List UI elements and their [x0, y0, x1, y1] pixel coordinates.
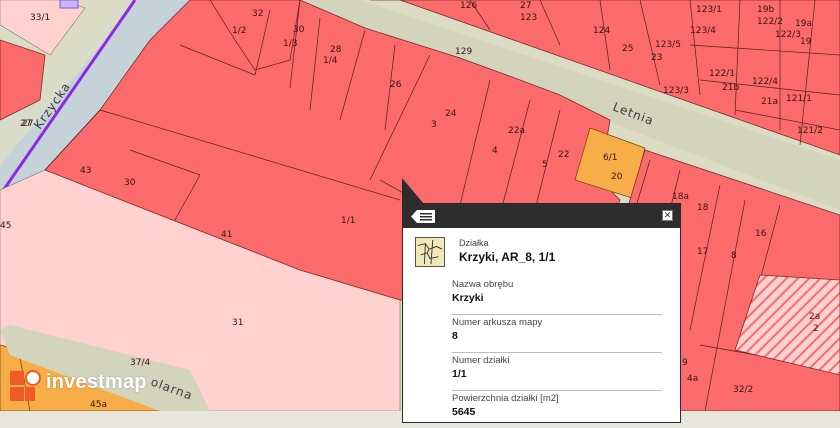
plot-number-label: 123/4: [690, 26, 716, 36]
plot-number-label: 30: [124, 178, 136, 188]
popup-header: ✕: [403, 204, 680, 228]
plot-number-label: 25: [622, 44, 633, 54]
logo-text: investmap: [46, 371, 147, 393]
plot-number-label: 122/2: [757, 17, 783, 27]
field-value: 8: [452, 330, 458, 342]
plot-number-label: 4a: [687, 374, 698, 384]
plot-number-label: 22a: [508, 126, 525, 136]
investmap-logo: investmap: [8, 366, 168, 406]
popup-fields: Nazwa obrębu Krzyki Numer arkusza mapy 8…: [452, 277, 662, 428]
plot-number-label: 32: [252, 9, 263, 19]
field-plot-number: Numer działki 1/1: [452, 353, 662, 391]
list-menu-icon[interactable]: [411, 210, 435, 223]
plot-number-label: 1/4: [323, 56, 338, 66]
plot-number-label: 24: [445, 109, 457, 119]
popup-title: Krzyki, AR_8, 1/1: [459, 250, 556, 264]
plot-number-label: 122/3: [775, 30, 801, 40]
plot-number-label: 18a: [672, 192, 689, 202]
popup-pointer: [402, 178, 424, 204]
plot-number-label: 43: [80, 166, 91, 176]
field-map-sheet: Numer arkusza mapy 8: [452, 315, 662, 353]
plot-number-label: 8: [731, 251, 737, 261]
plot-number-label: 27: [22, 119, 33, 129]
popup-type-label: Działka: [459, 238, 489, 248]
plot-number-label: 31: [232, 318, 243, 328]
plot-number-label: 122/1: [709, 69, 735, 79]
plot-number-label: 1/3: [283, 39, 297, 49]
field-label: Numer działki: [452, 355, 510, 366]
plot-number-label: 126: [460, 1, 477, 11]
field-plot-area: Powierzchnia działki [m2] 5645: [452, 391, 662, 428]
plot-number-label: 22: [558, 150, 569, 160]
plot-number-label: 2a: [809, 312, 820, 322]
field-label: Numer arkusza mapy: [452, 317, 543, 328]
plot-number-label: 1/1: [341, 216, 355, 226]
plot-number-label: 19a: [795, 19, 812, 29]
plot-number-label: 17: [697, 247, 708, 257]
plot-number-label: 2: [813, 324, 819, 334]
plot-number-label: 23: [651, 53, 662, 63]
plot-number-label: 21b: [722, 83, 739, 93]
plot-number-label: 5: [542, 160, 548, 170]
popup-title-row: Działka Krzyki, AR_8, 1/1: [415, 237, 670, 269]
plot-info-popup: ✕ Działka Krzyki, AR_8, 1/1 Nazwa obrębu…: [402, 203, 681, 423]
plot-number-label: 16: [755, 229, 767, 239]
plot-number-label: 9: [682, 358, 688, 368]
plot-number-label: 4: [492, 146, 498, 156]
plot-number-label: 21a: [761, 97, 778, 107]
field-value: 1/1: [452, 368, 467, 380]
plot-number-label: 27: [520, 1, 531, 11]
plot-number-label: 45: [0, 221, 11, 231]
plot-number-label: 3: [431, 120, 437, 130]
plot-purple[interactable]: [59, 0, 79, 9]
plot-number-label: 129: [455, 47, 472, 57]
field-value: 5645: [452, 406, 476, 418]
field-label: Nazwa obrębu: [452, 279, 514, 290]
plot-number-label: 20: [611, 172, 623, 182]
plot-number-label: 19: [800, 37, 812, 47]
plot-number-label: 121/1: [786, 94, 812, 104]
plot-number-label: 1/2: [232, 26, 246, 36]
field-value: Krzyki: [452, 292, 484, 304]
plot-number-label: 123/1: [696, 5, 722, 15]
plot-map-icon: [415, 237, 445, 267]
plot-number-label: 26: [390, 80, 402, 90]
plot-number-label: 30: [293, 25, 305, 35]
plot-number-label: 121/2: [797, 126, 823, 136]
plot-number-label: 122/4: [752, 77, 778, 87]
plot-number-label: 123/3: [663, 86, 689, 96]
plot-number-label: 28: [330, 45, 342, 55]
plot-number-label: 18: [697, 203, 709, 213]
plot-number-label: 32/2: [733, 385, 753, 395]
plot-number-label: 33/1: [30, 13, 50, 23]
field-area-name: Nazwa obrębu Krzyki: [452, 277, 662, 315]
plot-number-label: 19b: [757, 5, 774, 15]
plot-number-label: 124: [593, 26, 610, 36]
close-icon[interactable]: ✕: [662, 210, 673, 221]
field-label: Powierzchnia działki [m2]: [452, 393, 559, 404]
plot-number-label: 6/1: [603, 153, 617, 163]
plot-number-label: 123/5: [655, 40, 681, 50]
plot-number-label: 41: [221, 230, 232, 240]
investmap-logo-icon: [10, 370, 41, 401]
plot-number-label: 123: [520, 13, 537, 23]
